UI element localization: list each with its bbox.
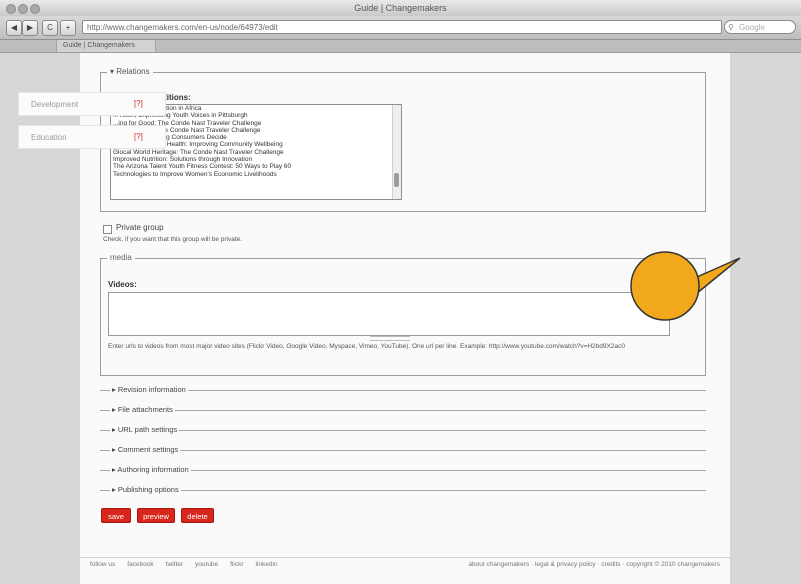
side-menu-label: Education [31, 133, 67, 142]
listbox-scrollbar[interactable] [392, 105, 401, 199]
section-authoring-information[interactable]: ▸ Authoring information [100, 465, 706, 475]
media-legend: media [107, 253, 135, 262]
section-file-attachments[interactable]: ▸ File attachments [100, 405, 706, 415]
save-button[interactable]: save [101, 508, 131, 523]
back-button[interactable]: ◀ [6, 20, 22, 36]
private-group-label: Private group [116, 223, 164, 232]
videos-label: Videos: [108, 280, 137, 289]
section-revision-information[interactable]: ▸ Revision information [100, 385, 706, 395]
page-footer: follow us facebook twitter youtube flickr lin… [80, 557, 730, 572]
add-bookmark-button[interactable]: + [60, 20, 76, 36]
preview-button[interactable]: preview [137, 508, 175, 523]
section-label: ▸ Publishing options [110, 485, 181, 495]
callout-bubble-icon [630, 251, 741, 321]
section-label: ▸ Comment settings [110, 445, 181, 455]
footer-link[interactable]: follow us [90, 561, 115, 568]
tab-active[interactable]: Guide | Changemakers [56, 40, 156, 52]
search-placeholder: Google [739, 23, 765, 32]
footer-links: follow us facebook twitter youtube flickr lin… [90, 558, 290, 572]
section-label: ▸ URL path settings [110, 425, 180, 435]
delete-button[interactable]: delete [181, 508, 214, 523]
flag-icon: [?] [134, 132, 143, 141]
competition-option[interactable]: The Arizona Talent Youth Fitness Contest… [111, 163, 401, 170]
competitions-listbox[interactable]: ...of Quality Education in Africa...Yout… [110, 104, 402, 200]
competition-option[interactable]: Technologies to Improve Women's Economic… [111, 171, 401, 178]
section-publishing-options[interactable]: ▸ Publishing options [100, 485, 706, 495]
reload-button[interactable]: C [42, 20, 58, 36]
videos-help: Enter urls to videos from most major vid… [108, 343, 625, 350]
forward-button[interactable]: ▶ [22, 20, 38, 36]
search-field[interactable]: ⚲ Google [724, 20, 796, 34]
window-title: Guide | Changemakers [354, 3, 447, 13]
relations-legend[interactable]: ▾ Relations [107, 67, 153, 76]
videos-textarea[interactable] [108, 292, 670, 336]
private-group-help: Check, if you want that this group will … [103, 236, 243, 243]
side-menu-label: Development [31, 100, 79, 109]
side-menu-item-development[interactable]: Development [?] [18, 92, 166, 116]
footer-link[interactable]: flickr [230, 561, 243, 568]
textarea-grippie[interactable] [370, 336, 410, 341]
section-label: ▸ File attachments [110, 405, 175, 415]
title-bar: Guide | Changemakers [0, 0, 801, 17]
browser-window: Guide | Changemakers ◀ ▶ C + http://www.… [0, 0, 801, 584]
section-url-path-settings[interactable]: ▸ URL path settings [100, 425, 706, 435]
footer-link[interactable]: twitter [166, 561, 183, 568]
section-comment-settings[interactable]: ▸ Comment settings [100, 445, 706, 455]
listbox-scroll-thumb[interactable] [394, 173, 399, 187]
section-label: ▸ Authoring information [110, 465, 191, 475]
competition-option[interactable]: Improved Nutrition: Solutions through In… [111, 156, 401, 163]
footer-link[interactable]: youtube [195, 561, 218, 568]
address-bar[interactable]: http://www.changemakers.com/en-us/node/6… [82, 20, 722, 34]
flag-icon: [?] [134, 99, 143, 108]
private-group-checkbox[interactable] [103, 225, 112, 234]
footer-link[interactable]: facebook [127, 561, 153, 568]
side-menu-item-education[interactable]: Education [?] [18, 125, 166, 149]
section-label: ▸ Revision information [110, 385, 188, 395]
browser-toolbar: ◀ ▶ C + http://www.changemakers.com/en-u… [0, 16, 801, 40]
footer-right-text: about changemakers · legal & privacy pol… [468, 561, 720, 568]
competition-option[interactable]: Glocal World Heritage: The Conde Nast Tr… [111, 149, 401, 156]
footer-link[interactable]: linkedin [256, 561, 278, 568]
tab-bar: Guide | Changemakers [0, 40, 801, 53]
search-icon: ⚲ [728, 23, 734, 32]
